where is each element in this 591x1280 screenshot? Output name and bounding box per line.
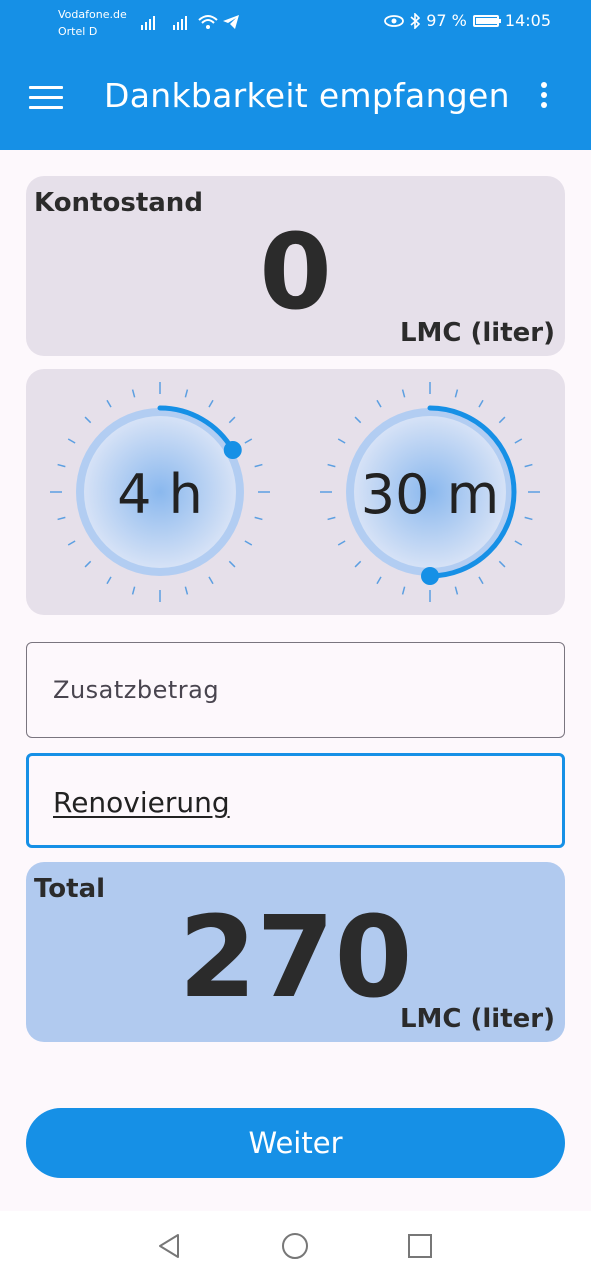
dial-tick — [208, 576, 214, 585]
dial-tick — [67, 540, 76, 546]
carrier-info: Vodafone.de Ortel D — [58, 6, 127, 40]
dial-tick — [401, 389, 406, 398]
hamburger-menu-icon[interactable] — [29, 86, 63, 110]
carrier-name: Vodafone.de — [58, 8, 127, 21]
balance-unit: LMC (liter) — [399, 318, 555, 348]
dial-tick — [478, 399, 484, 408]
dial-tick — [254, 516, 263, 521]
battery-percent: 97 % — [426, 11, 467, 30]
dial-tick — [254, 463, 263, 468]
clock: 14:05 — [504, 11, 551, 30]
dial-tick — [57, 463, 66, 468]
dial-tick — [106, 576, 112, 585]
dial-tick — [337, 540, 346, 546]
dial-tick — [228, 416, 236, 424]
dial-tick — [57, 516, 66, 521]
dial-tick — [106, 399, 112, 408]
bluetooth-icon — [410, 12, 421, 29]
more-vertical-icon[interactable] — [536, 82, 552, 114]
total-card: Total 270 LMC (liter) — [26, 862, 565, 1042]
amount-input[interactable]: Zusatzbetrag — [26, 642, 565, 738]
dial-tick — [514, 540, 523, 546]
purpose-value: Renovierung — [53, 786, 230, 819]
carrier-sub: Ortel D — [58, 25, 98, 38]
dial-tick — [244, 438, 253, 444]
dial-tick — [498, 560, 506, 568]
battery-icon — [472, 14, 501, 27]
recents-square-icon[interactable] — [405, 1231, 435, 1261]
signal-icon — [141, 16, 155, 30]
dial-tick — [478, 576, 484, 585]
home-circle-icon[interactable] — [280, 1231, 310, 1261]
back-triangle-icon[interactable] — [154, 1231, 184, 1261]
status-bar: Vodafone.de Ortel D 97 % 14:05 — [0, 0, 591, 48]
dial-tick — [67, 438, 76, 444]
balance-card: Kontostand 0 LMC (liter) — [26, 176, 565, 356]
purpose-input[interactable]: Renovierung — [26, 753, 565, 848]
dial-tick — [514, 438, 523, 444]
wifi-icon — [198, 15, 218, 29]
dial-tick — [208, 399, 214, 408]
dial-value-label: 4 h — [117, 463, 203, 526]
dial-tick — [184, 389, 189, 398]
dial-tick — [354, 560, 362, 568]
dial-tick — [327, 516, 336, 521]
dial-tick — [84, 416, 92, 424]
dial-tick — [401, 586, 406, 595]
total-unit: LMC (liter) — [399, 1004, 555, 1034]
dial-tick — [184, 586, 189, 595]
dial-value-label: 30 m — [361, 463, 499, 526]
telegram-icon — [223, 15, 239, 29]
dial-tick — [524, 463, 533, 468]
dial-tick — [131, 389, 136, 398]
dial-handle[interactable] — [223, 441, 242, 459]
dial-tick — [454, 389, 459, 398]
dial-tick — [337, 438, 346, 444]
dial-tick — [376, 576, 382, 585]
dial-tick — [327, 463, 336, 468]
dial-tick — [228, 560, 236, 568]
dial-tick — [131, 586, 136, 595]
total-value: 270 — [178, 893, 413, 1023]
status-right: 97 % 14:05 — [384, 11, 551, 30]
minutes-dial[interactable]: 30 m — [320, 374, 540, 610]
dial-tick — [376, 399, 382, 408]
dial-tick — [354, 416, 362, 424]
signal-icon — [173, 16, 187, 30]
dial-tick — [454, 586, 459, 595]
time-picker-card: 4 h 30 m — [26, 369, 565, 615]
dial-tick — [524, 516, 533, 521]
page-title: Dankbarkeit empfangen — [104, 76, 510, 115]
dial-tick — [84, 560, 92, 568]
hours-dial[interactable]: 4 h — [50, 374, 270, 610]
dial-tick — [498, 416, 506, 424]
dial-handle[interactable] — [421, 567, 439, 585]
next-button[interactable]: Weiter — [26, 1108, 565, 1178]
eye-icon — [384, 14, 405, 27]
amount-placeholder: Zusatzbetrag — [53, 676, 220, 704]
app-bar: Vodafone.de Ortel D 97 % 14:05 Dankbarke… — [0, 0, 591, 150]
dial-tick — [244, 540, 253, 546]
balance-value: 0 — [259, 211, 332, 333]
system-nav-bar — [0, 1211, 591, 1280]
